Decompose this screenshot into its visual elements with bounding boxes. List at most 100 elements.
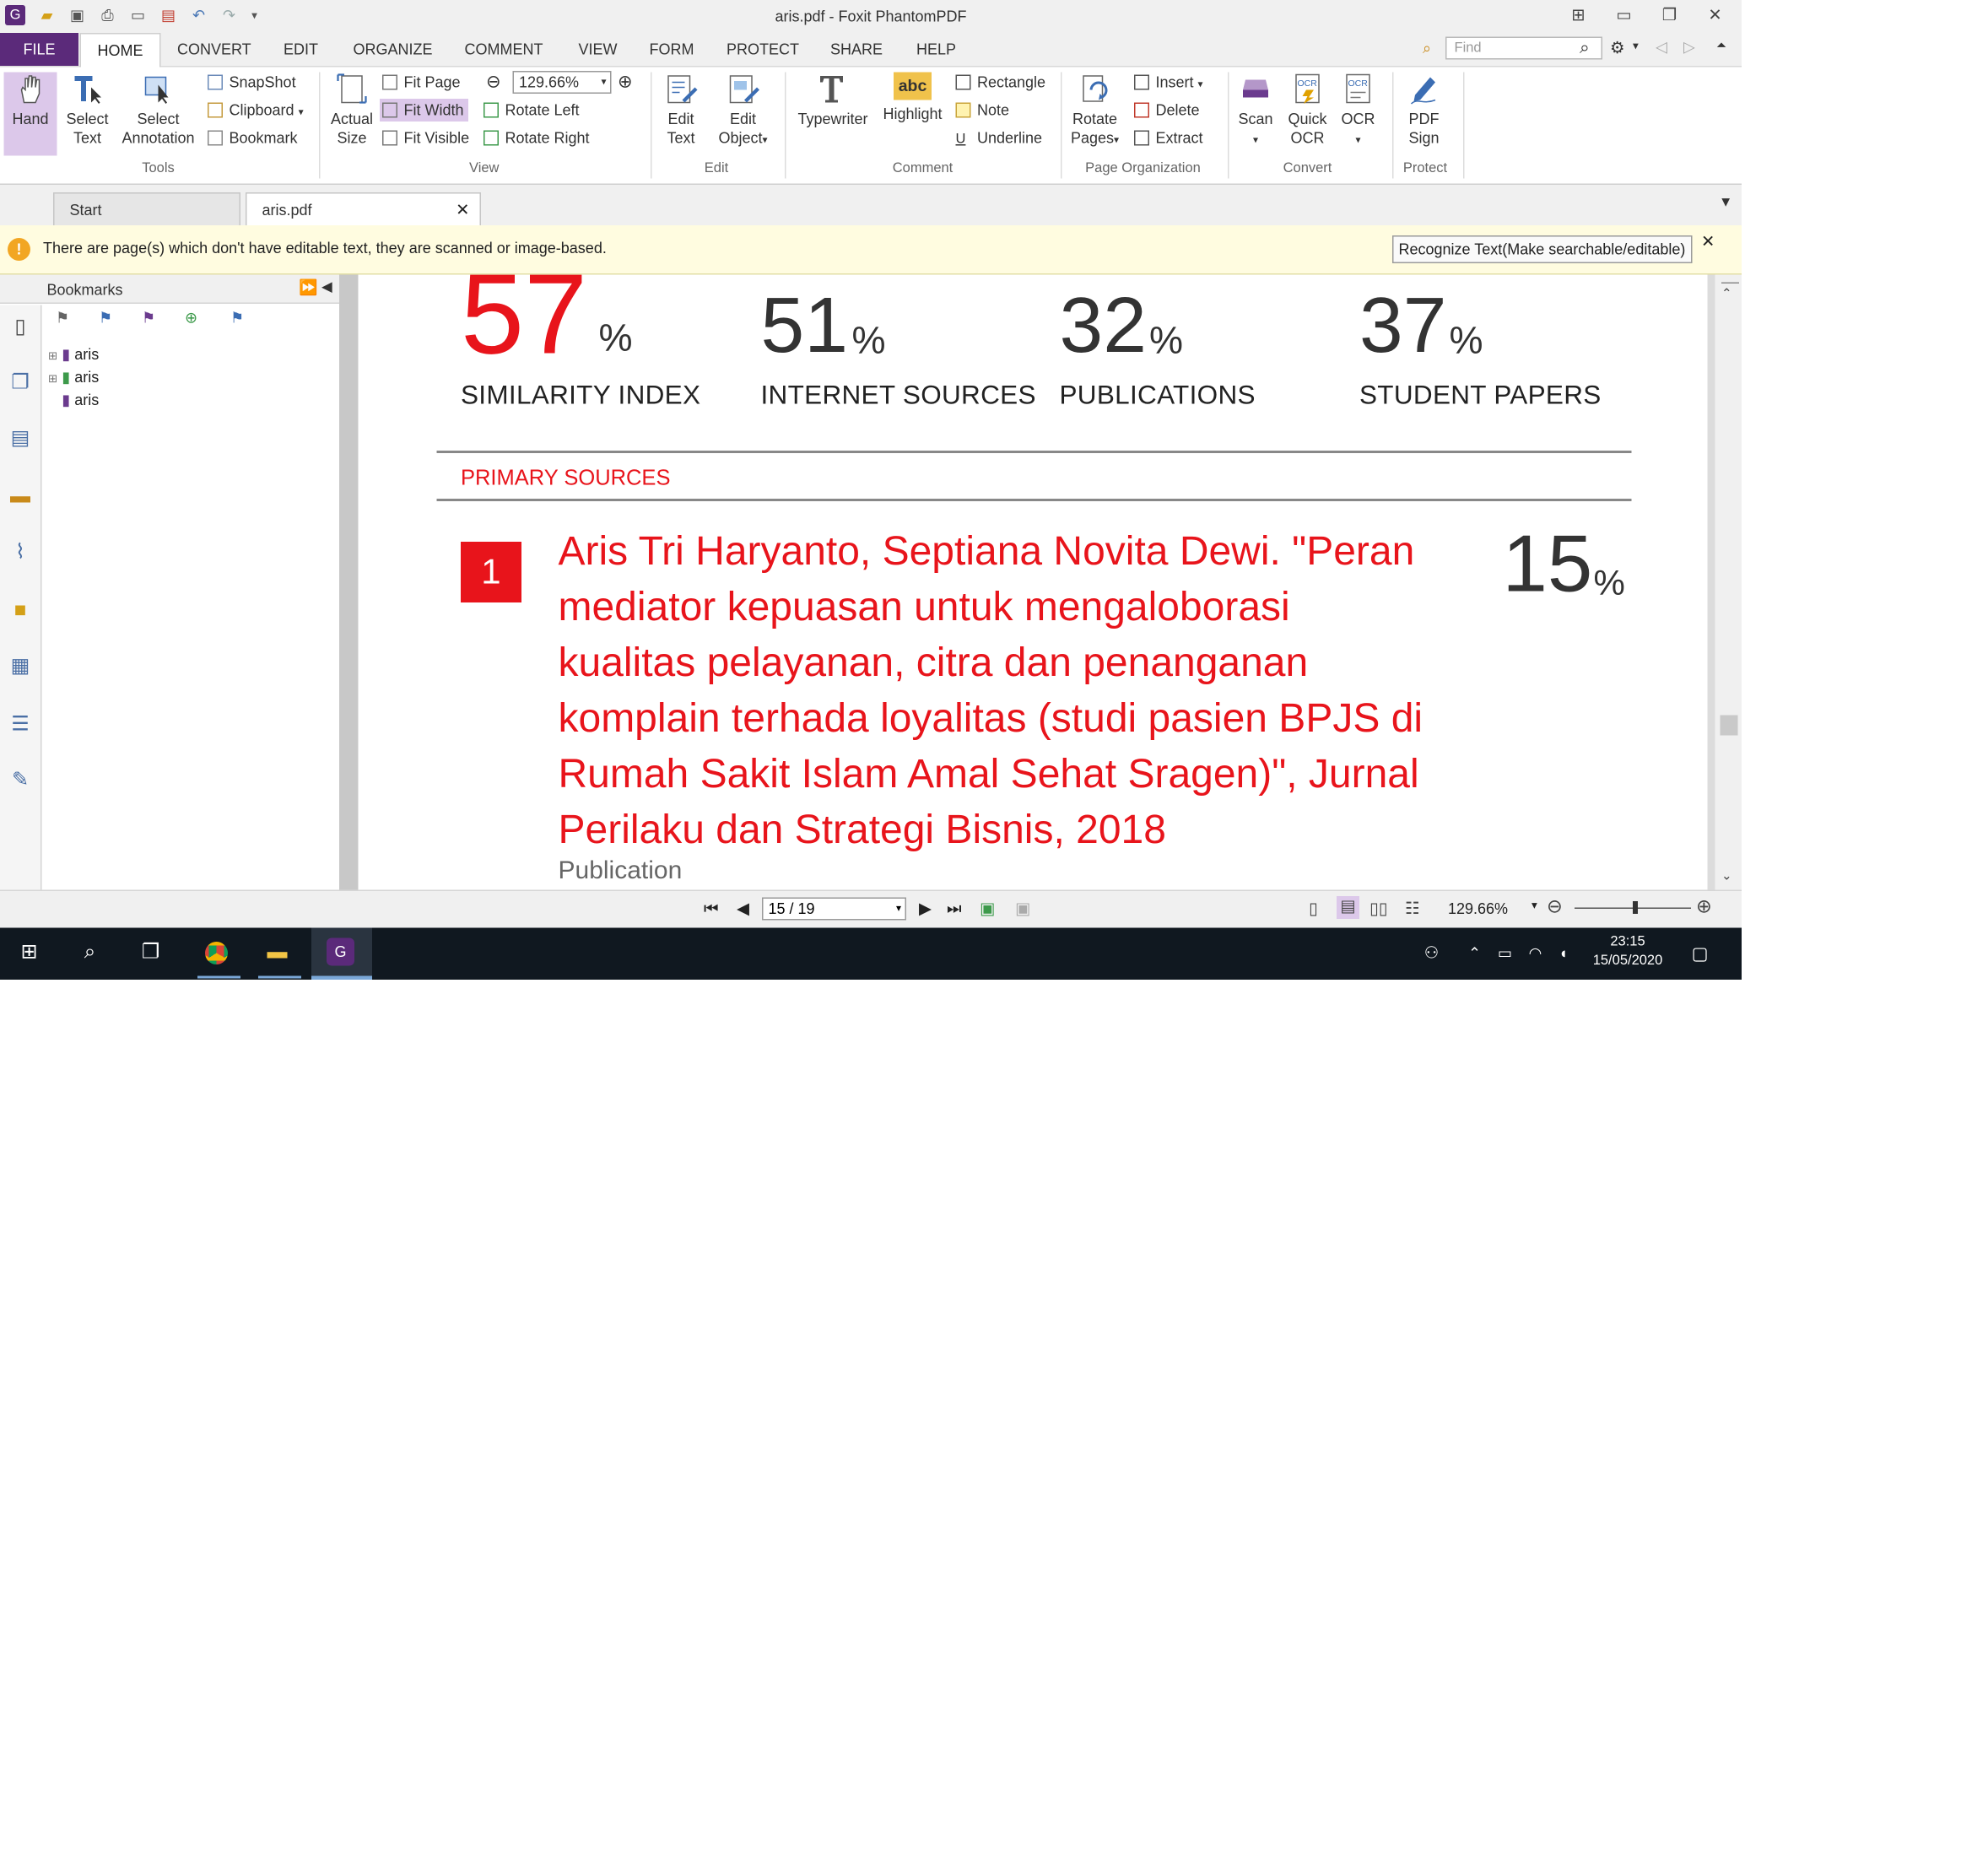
- select-text-button[interactable]: Select Text: [61, 73, 114, 149]
- select-annotation-button[interactable]: Select Annotation: [116, 73, 200, 149]
- gear-dropdown-icon[interactable]: ▾: [1633, 40, 1639, 54]
- show-hidden-icons[interactable]: ⌃: [1458, 938, 1491, 969]
- zoom-out-icon[interactable]: ⊖: [486, 71, 501, 91]
- foxit-taskbar-button[interactable]: G: [311, 927, 372, 980]
- previous-view-icon[interactable]: ▣: [980, 899, 995, 919]
- layers-icon[interactable]: ▤: [8, 427, 33, 452]
- rotate-left-button[interactable]: Rotate Left: [483, 100, 580, 121]
- bookmark-button[interactable]: Bookmark: [208, 128, 298, 149]
- notification-icon[interactable]: ▢: [1683, 938, 1716, 969]
- actual-size-button[interactable]: Actual Size: [326, 73, 379, 149]
- snapshot-button[interactable]: SnapShot: [208, 73, 296, 93]
- quick-ocr-button[interactable]: OCR Quick OCR: [1283, 73, 1332, 149]
- fit-width-button[interactable]: Fit Width: [380, 99, 469, 122]
- delete-button[interactable]: Delete: [1134, 100, 1200, 121]
- content-icon[interactable]: ☰: [8, 713, 33, 738]
- expand-icon[interactable]: ⊞: [48, 349, 57, 362]
- attachment-icon[interactable]: ⌇: [8, 541, 33, 566]
- continuous-page-icon[interactable]: ▤: [1337, 896, 1359, 919]
- page-number-input[interactable]: 15 / 19 ▾: [762, 897, 906, 921]
- document-view[interactable]: 57 % SIMILARITY INDEX 51 % INTERNET SOUR…: [340, 274, 1715, 890]
- pages-thumbnails-icon[interactable]: ❐: [8, 371, 33, 397]
- fit-page-button[interactable]: Fit Page: [382, 73, 461, 93]
- last-page-icon[interactable]: ⏭: [947, 899, 962, 919]
- document-properties-icon[interactable]: ▦: [8, 655, 33, 680]
- back-icon[interactable]: ◁: [1656, 38, 1667, 56]
- ocr-button[interactable]: OCR OCR ▾: [1337, 73, 1380, 150]
- tab-document[interactable]: aris.pdf ✕: [246, 192, 481, 225]
- extract-button[interactable]: Extract: [1134, 128, 1203, 149]
- people-icon[interactable]: ⚇: [1415, 938, 1448, 969]
- edit-text-button[interactable]: Edit Text: [656, 73, 706, 149]
- battery-icon[interactable]: ▭: [1488, 938, 1521, 969]
- scan-button[interactable]: Scan ▾: [1233, 73, 1278, 150]
- tab-help[interactable]: HELP: [916, 41, 956, 58]
- search-icon[interactable]: ⌕: [1580, 37, 1590, 59]
- single-page-icon[interactable]: ▯: [1309, 899, 1318, 919]
- first-page-icon[interactable]: ⏮: [704, 899, 719, 919]
- note-button[interactable]: Note: [955, 100, 1009, 121]
- tab-edit[interactable]: EDIT: [284, 41, 318, 58]
- bookmark-options-icon[interactable]: ⚑: [230, 309, 244, 327]
- clipboard-button[interactable]: Clipboard ▾: [208, 100, 304, 123]
- tab-protect[interactable]: PROTECT: [727, 41, 799, 58]
- close-button[interactable]: ✕: [1696, 3, 1734, 28]
- zoom-in-icon[interactable]: ⊕: [618, 71, 633, 91]
- scroll-down-icon[interactable]: ⌄: [1721, 870, 1732, 884]
- zoom-in-icon[interactable]: ⊕: [1696, 895, 1712, 918]
- status-zoom-value[interactable]: 129.66%: [1448, 900, 1508, 918]
- search-icon[interactable]: ⌕: [73, 938, 106, 969]
- facing-page-icon[interactable]: ▯▯: [1369, 899, 1387, 919]
- task-view-icon[interactable]: ❐: [134, 938, 167, 969]
- tab-organize[interactable]: ORGANIZE: [354, 41, 433, 58]
- next-view-icon[interactable]: ▣: [1015, 899, 1030, 919]
- next-page-icon[interactable]: ▶: [919, 899, 932, 919]
- tab-form[interactable]: FORM: [650, 41, 694, 58]
- file-explorer-icon[interactable]: ▬: [261, 938, 294, 969]
- restore-button[interactable]: ❐: [1650, 3, 1688, 28]
- forward-icon[interactable]: ▷: [1683, 38, 1695, 56]
- expand-icon[interactable]: ⊞: [48, 372, 57, 385]
- recognize-text-button[interactable]: Recognize Text(Make searchable/editable): [1392, 235, 1692, 263]
- file-menu[interactable]: FILE: [0, 33, 78, 66]
- previous-page-icon[interactable]: ◀: [737, 899, 749, 919]
- bookmark-add-icon[interactable]: ⚑: [99, 309, 112, 327]
- rectangle-button[interactable]: Rectangle: [955, 73, 1045, 93]
- panel-splitter[interactable]: [340, 274, 359, 890]
- clock[interactable]: 23:15 15/05/2020: [1582, 933, 1673, 971]
- highlight-button[interactable]: abc Highlight: [880, 72, 946, 125]
- windows-start-icon[interactable]: ⊞: [13, 938, 46, 969]
- vertical-scrollbar[interactable]: ⌃ ⌄: [1716, 274, 1742, 890]
- zoom-select[interactable]: 129.66% ▾: [512, 71, 612, 94]
- search-tools-icon[interactable]: ⌕: [1423, 40, 1431, 59]
- expand-panel-icon[interactable]: ⏩: [299, 278, 317, 296]
- pdf-sign-button[interactable]: PDF Sign: [1397, 73, 1450, 149]
- close-tab-icon[interactable]: ✕: [456, 194, 469, 227]
- gear-icon[interactable]: ⚙: [1610, 38, 1624, 58]
- page-icon[interactable]: ▯: [8, 316, 33, 341]
- zoom-out-icon[interactable]: ⊖: [1547, 895, 1563, 918]
- bookmark-item[interactable]: ⊞ ▮ aris: [48, 343, 99, 368]
- signature-icon[interactable]: ✎: [8, 769, 33, 794]
- close-info-icon[interactable]: ✕: [1701, 232, 1715, 252]
- tab-start[interactable]: Start: [53, 192, 240, 225]
- tab-comment[interactable]: COMMENT: [465, 41, 543, 58]
- minimize-button[interactable]: ▭: [1605, 3, 1643, 28]
- tab-view[interactable]: VIEW: [579, 41, 618, 58]
- bookmark-new-icon[interactable]: ⊕: [185, 309, 197, 327]
- rotate-pages-button[interactable]: Rotate Pages▾: [1066, 73, 1124, 150]
- lock-icon[interactable]: ■: [8, 599, 33, 624]
- bookmark-expand-icon[interactable]: ⚑: [142, 309, 155, 327]
- chrome-icon[interactable]: [200, 938, 233, 969]
- scroll-up-icon[interactable]: ⌃: [1721, 288, 1732, 302]
- continuous-facing-icon[interactable]: ☷: [1405, 899, 1419, 919]
- scroll-thumb[interactable]: [1720, 715, 1738, 736]
- volume-icon[interactable]: ◖: [1547, 938, 1580, 969]
- fit-visible-button[interactable]: Fit Visible: [382, 128, 469, 149]
- hand-tool-button[interactable]: Hand: [3, 72, 57, 156]
- zoom-slider-thumb[interactable]: [1633, 901, 1638, 914]
- source-citation[interactable]: Aris Tri Haryanto, Septiana Novita Dewi.…: [559, 523, 1445, 857]
- tab-home[interactable]: HOME: [79, 33, 161, 68]
- edit-object-button[interactable]: Edit Object▾: [711, 73, 775, 150]
- bookmark-delete-icon[interactable]: ⚑: [56, 309, 69, 327]
